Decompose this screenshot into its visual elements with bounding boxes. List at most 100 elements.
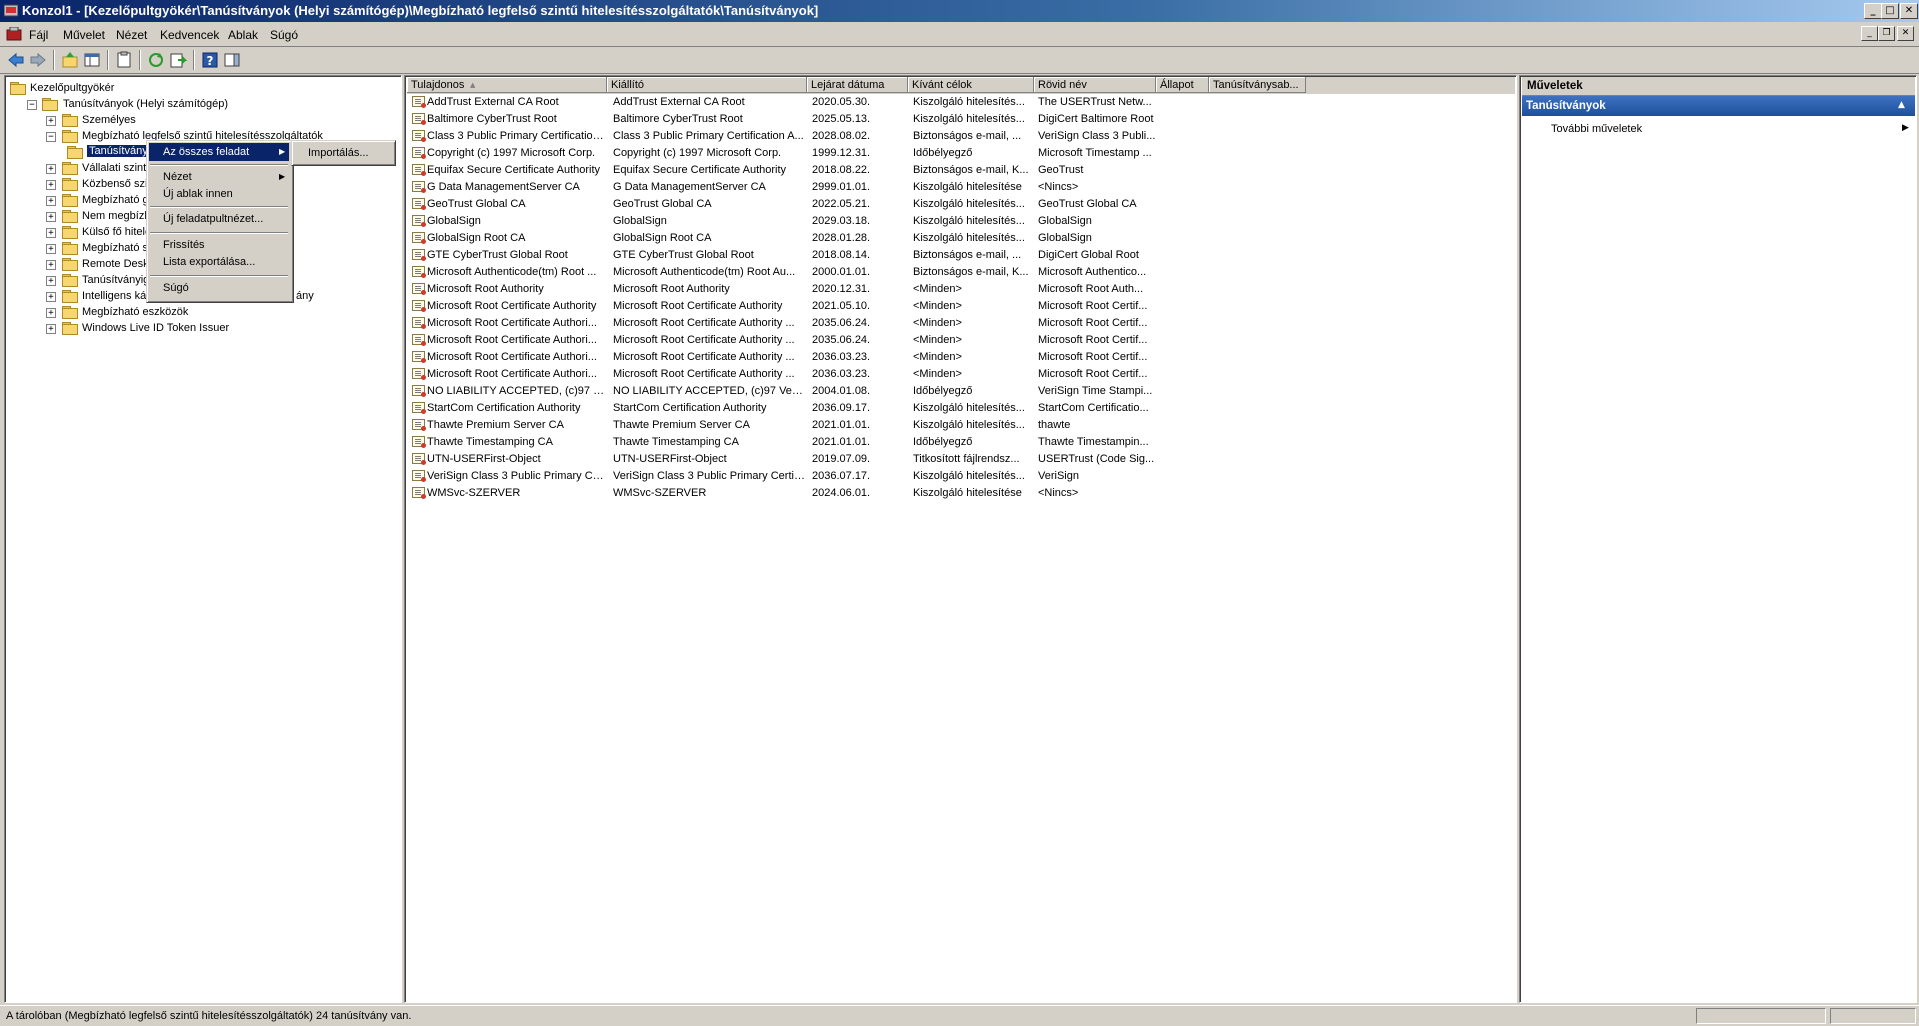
table-row[interactable]: GlobalSign Root CA GlobalSign Root CA 2028… <box>407 230 1317 247</box>
expand-icon[interactable]: + <box>46 308 56 318</box>
table-row[interactable]: Microsoft Root Authority Microsoft Root A… <box>407 281 1317 298</box>
table-cell: GeoTrust Global CA <box>613 198 712 210</box>
table-cell: VeriSign Class 3 Public Primary Cer... <box>427 470 605 482</box>
ctx-all-tasks[interactable]: Az összes feladat ▶ <box>149 143 289 161</box>
certificate-icon <box>412 419 426 431</box>
table-row[interactable]: Baltimore CyberTrust Root Baltimore Cyber… <box>407 111 1317 128</box>
tree-item[interactable]: + Személyes <box>5 112 399 128</box>
expand-icon[interactable]: + <box>46 116 56 126</box>
table-row[interactable]: Microsoft Root Certificate Authori... Mic… <box>407 366 1317 383</box>
tree-item[interactable]: + Megbízható eszközök <box>5 304 399 320</box>
table-row[interactable]: NO LIABILITY ACCEPTED, (c)97 V... NO LIAB… <box>407 383 1317 400</box>
up-icon[interactable] <box>61 51 79 69</box>
table-cell: Microsoft Root Certificate Authori... <box>427 368 597 380</box>
table-cell: NO LIABILITY ACCEPTED, (c)97 Veri... <box>613 385 806 397</box>
expand-icon[interactable]: + <box>46 260 56 270</box>
title-bar[interactable]: Konzol1 - [Kezelőpultgyökér\Tanúsítványo… <box>0 0 1919 22</box>
column-header[interactable]: Kiállító <box>607 77 807 93</box>
mdi-minimize-button[interactable]: _ <box>1861 26 1878 41</box>
collapse-icon[interactable]: ▲ <box>1898 100 1905 110</box>
properties-icon[interactable] <box>115 51 133 69</box>
table-row[interactable]: Microsoft Root Certificate Authori... Mic… <box>407 349 1317 366</box>
table-row[interactable]: Thawte Premium Server CA Thawte Premium S… <box>407 417 1317 434</box>
minimize-button[interactable]: _ <box>1864 3 1882 19</box>
table-row[interactable]: G Data ManagementServer CA G Data Managem… <box>407 179 1317 196</box>
actions-section-header[interactable]: Tanúsítványok ▲ <box>1522 96 1915 116</box>
table-cell: Kiszolgáló hitelesítés... <box>913 232 1025 244</box>
expand-icon[interactable]: + <box>46 324 56 334</box>
ctx-new-window[interactable]: Új ablak innen <box>149 185 289 203</box>
ctx-import[interactable]: Importálás... <box>294 144 391 162</box>
ctx-view[interactable]: Nézet ▶ <box>149 168 289 186</box>
mdi-close-button[interactable]: ✕ <box>1897 26 1914 41</box>
column-header[interactable]: Kívánt célok <box>908 77 1034 93</box>
console-icon[interactable] <box>6 27 22 41</box>
expand-icon[interactable]: + <box>46 228 56 238</box>
tree-item[interactable]: Kezelőpultgyökér <box>5 80 399 96</box>
table-cell: Kiszolgáló hitelesítés... <box>913 96 1025 108</box>
certificate-list-pane[interactable]: Tulajdonos ▲ Kiállító Lejárat dátuma Kívánt … <box>404 75 1517 1003</box>
table-row[interactable]: Equifax Secure Certificate Authority Equi… <box>407 162 1317 179</box>
table-row[interactable]: Microsoft Authenticode(tm) Root ... Micro… <box>407 264 1317 281</box>
column-header[interactable]: Állapot <box>1156 77 1209 93</box>
forward-icon[interactable] <box>29 51 47 69</box>
refresh-icon[interactable] <box>147 51 165 69</box>
collapse-icon[interactable]: − <box>46 132 56 142</box>
show-hide-tree-icon[interactable] <box>83 51 101 69</box>
table-row[interactable]: Microsoft Root Certificate Authori... Mic… <box>407 315 1317 332</box>
close-button[interactable]: ✕ <box>1900 3 1918 19</box>
expand-icon[interactable]: + <box>46 292 56 302</box>
table-row[interactable]: Class 3 Public Primary Certification... C… <box>407 128 1317 145</box>
tree-item[interactable]: − Tanúsítványok (Helyi számítógép) <box>5 96 399 112</box>
table-cell: GlobalSign <box>1038 215 1092 227</box>
expand-icon[interactable]: + <box>46 212 56 222</box>
expand-icon[interactable]: + <box>46 180 56 190</box>
table-row[interactable]: Microsoft Root Certificate Authori... Mic… <box>407 332 1317 349</box>
ctx-new-taskpad[interactable]: Új feladatpultnézet... <box>149 210 289 228</box>
menu-action[interactable]: Művelet <box>63 28 105 42</box>
submenu-arrow-icon: ▶ <box>1902 123 1909 133</box>
table-cell: UTN-USERFirst-Object <box>427 453 541 465</box>
column-header[interactable]: Rövid név <box>1034 77 1156 93</box>
table-row[interactable]: VeriSign Class 3 Public Primary Cer... Ve… <box>407 468 1317 485</box>
tree-item[interactable]: + Windows Live ID Token Issuer <box>5 320 399 336</box>
ctx-help[interactable]: Súgó <box>149 279 289 297</box>
table-row[interactable]: AddTrust External CA Root AddTrust Extern… <box>407 94 1317 111</box>
table-row[interactable]: GeoTrust Global CA GeoTrust Global CA 2022… <box>407 196 1317 213</box>
table-cell: 2021.05.10. <box>812 300 871 312</box>
collapse-icon[interactable]: − <box>27 100 37 110</box>
column-header[interactable]: Tulajdonos ▲ <box>407 77 607 93</box>
ctx-export-list[interactable]: Lista exportálása... <box>149 253 289 271</box>
table-row[interactable]: GlobalSign GlobalSign 2029.03.18. Kiszolgál… <box>407 213 1317 230</box>
table-row[interactable]: StartCom Certification Authority StartCom… <box>407 400 1317 417</box>
export-list-icon[interactable] <box>169 51 187 69</box>
table-row[interactable]: GTE CyberTrust Global Root GTE CyberTrust… <box>407 247 1317 264</box>
ctx-all-tasks-label: Az összes feladat <box>163 146 250 158</box>
menu-favorites[interactable]: Kedvencek <box>160 28 219 42</box>
menu-help[interactable]: Súgó <box>270 28 298 42</box>
menu-window[interactable]: Ablak <box>228 28 258 42</box>
expand-icon[interactable]: + <box>46 164 56 174</box>
table-row[interactable]: WMSvc-SZERVER WMSvc-SZERVER 2024.06.01. Kis… <box>407 485 1317 502</box>
expand-icon[interactable]: + <box>46 276 56 286</box>
mdi-restore-button[interactable]: ❐ <box>1878 26 1895 41</box>
table-row[interactable]: Copyright (c) 1997 Microsoft Corp. Copyri… <box>407 145 1317 162</box>
table-row[interactable]: Thawte Timestamping CA Thawte Timestampin… <box>407 434 1317 451</box>
ctx-refresh[interactable]: Frissítés <box>149 236 289 254</box>
back-icon[interactable] <box>7 51 25 69</box>
table-row[interactable]: UTN-USERFirst-Object UTN-USERFirst-Object… <box>407 451 1317 468</box>
certificate-icon <box>412 198 426 210</box>
action-more-actions[interactable]: További műveletek ▶ <box>1522 120 1915 138</box>
expand-icon[interactable]: + <box>46 196 56 206</box>
menu-file[interactable]: Fájl <box>29 28 48 42</box>
table-cell: <Minden> <box>913 351 962 363</box>
show-hide-action-pane-icon[interactable] <box>223 51 241 69</box>
table-row[interactable]: Microsoft Root Certificate Authority Micr… <box>407 298 1317 315</box>
expand-icon[interactable]: + <box>46 244 56 254</box>
help-icon[interactable]: ? <box>201 51 219 69</box>
column-header[interactable]: Lejárat dátuma <box>807 77 908 93</box>
menu-view[interactable]: Nézet <box>116 28 147 42</box>
column-header[interactable]: Tanúsítványsab... <box>1209 77 1306 93</box>
table-cell: Class 3 Public Primary Certification... <box>427 130 605 142</box>
maximize-button[interactable]: □ <box>1881 3 1899 19</box>
